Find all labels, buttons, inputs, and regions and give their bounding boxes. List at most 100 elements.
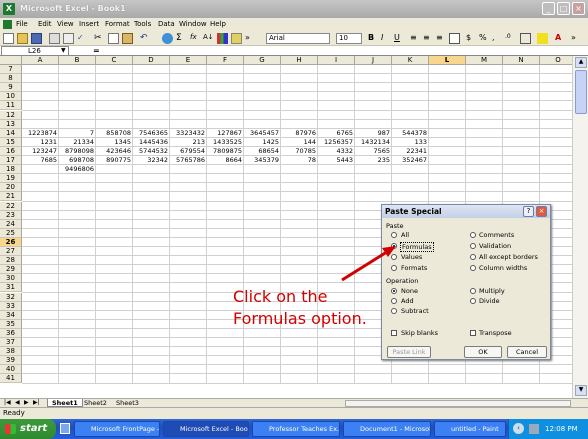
table-cell[interactable]: 70785 — [281, 147, 318, 156]
menu-insert[interactable]: Insert — [79, 20, 99, 28]
autosum-icon[interactable]: Σ — [176, 33, 187, 44]
tab-sheet3[interactable]: Sheet3 — [112, 399, 143, 407]
comma-style-icon[interactable]: , — [492, 33, 503, 44]
row-header[interactable]: 20 — [0, 183, 22, 193]
table-cell[interactable]: 123247 — [22, 147, 59, 156]
row-header[interactable]: 21 — [0, 192, 22, 202]
task-professor-teaches[interactable]: Professor Teaches Ex... — [252, 421, 340, 437]
table-cell[interactable]: 1425 — [244, 138, 281, 147]
print-icon[interactable] — [49, 33, 60, 44]
row-header[interactable]: 11 — [0, 101, 22, 111]
table-cell[interactable]: 5443 — [318, 156, 355, 165]
font-size-select[interactable]: 10 — [336, 33, 362, 44]
select-all-corner[interactable] — [0, 56, 22, 65]
row-header[interactable]: 37 — [0, 338, 22, 347]
menu-tools[interactable]: Tools — [134, 20, 151, 28]
help-icon[interactable]: ? — [523, 206, 534, 217]
skip-blanks-checkbox[interactable] — [391, 330, 397, 336]
row-header[interactable]: 41 — [0, 374, 22, 384]
option-formulas-label[interactable]: Formulas — [400, 242, 434, 252]
row-header[interactable]: 10 — [0, 92, 22, 102]
column-header[interactable]: D — [133, 56, 170, 65]
save-icon[interactable] — [31, 33, 42, 44]
font-color-icon[interactable]: A — [555, 33, 566, 44]
row-header[interactable]: 34 — [0, 310, 22, 320]
menu-data[interactable]: Data — [158, 20, 175, 28]
minimize-icon[interactable]: _ — [542, 2, 555, 15]
copy-icon[interactable] — [108, 33, 119, 44]
name-box-dropdown-icon[interactable]: ▼ — [61, 47, 66, 54]
table-cell[interactable]: 9496806 — [59, 165, 96, 174]
table-cell[interactable]: 213 — [170, 138, 207, 147]
close-icon[interactable]: × — [572, 2, 585, 15]
dialog-close-icon[interactable]: × — [536, 206, 547, 217]
table-cell[interactable]: 423646 — [96, 147, 133, 156]
align-center-icon[interactable]: ≡ — [423, 33, 434, 44]
underline-button[interactable]: U — [394, 33, 405, 44]
new-icon[interactable] — [3, 33, 14, 44]
table-cell[interactable]: 144 — [281, 138, 318, 147]
table-cell[interactable]: 5744532 — [133, 147, 170, 156]
quicklaunch-icon[interactable] — [60, 423, 70, 434]
row-header[interactable]: 25 — [0, 228, 22, 238]
column-header[interactable]: B — [59, 56, 96, 65]
row-header[interactable]: 26 — [0, 237, 22, 247]
vertical-scrollbar[interactable]: ▲ ▼ — [572, 56, 588, 398]
percent-button[interactable]: % — [479, 33, 490, 44]
menu-file[interactable]: File — [16, 20, 28, 28]
maximize-icon[interactable]: □ — [557, 2, 570, 15]
column-header[interactable]: I — [318, 56, 355, 65]
tab-prev-icon[interactable]: ◀ — [15, 399, 20, 406]
column-header[interactable]: G — [244, 56, 281, 65]
option-all-except-borders-label[interactable]: All except borders — [479, 253, 538, 261]
table-cell[interactable]: 7685 — [22, 156, 59, 165]
table-cell[interactable]: 8798098 — [59, 147, 96, 156]
paste-link-button[interactable]: Paste Link — [387, 346, 431, 358]
hyperlink-icon[interactable] — [162, 33, 173, 44]
table-cell[interactable]: 21334 — [59, 138, 96, 147]
radio-divide[interactable] — [470, 298, 476, 304]
sort-ascending-icon[interactable]: A↓ — [203, 33, 214, 44]
transpose-checkbox[interactable] — [470, 330, 476, 336]
table-cell[interactable]: 7 — [59, 129, 96, 138]
align-right-icon[interactable]: ≡ — [436, 33, 447, 44]
table-cell[interactable]: 7809875 — [207, 147, 244, 156]
menu-format[interactable]: Format — [105, 20, 130, 28]
table-cell[interactable]: 698708 — [59, 156, 96, 165]
row-header[interactable]: 31 — [0, 283, 22, 293]
menu-edit[interactable]: Edit — [38, 20, 52, 28]
row-header[interactable]: 22 — [0, 201, 22, 211]
workbook-icon[interactable] — [3, 20, 12, 29]
chart-wizard-icon[interactable] — [217, 33, 228, 44]
table-cell[interactable]: 4332 — [318, 147, 355, 156]
transpose-label[interactable]: Transpose — [479, 329, 512, 337]
align-left-icon[interactable]: ≡ — [410, 33, 421, 44]
scroll-down-icon[interactable]: ▼ — [575, 385, 587, 396]
radio-all-except-borders[interactable] — [470, 254, 476, 260]
option-validation-label[interactable]: Validation — [479, 242, 511, 250]
row-header[interactable]: 30 — [0, 274, 22, 284]
row-header[interactable]: 14 — [0, 128, 22, 138]
task-paint[interactable]: untitled - Paint — [434, 421, 506, 437]
row-header[interactable]: 17 — [0, 156, 22, 165]
row-header[interactable]: 38 — [0, 347, 22, 357]
skip-blanks-label[interactable]: Skip blanks — [401, 329, 438, 337]
radio-comments[interactable] — [470, 232, 476, 238]
radio-column-widths[interactable] — [470, 265, 476, 271]
option-divide-label[interactable]: Divide — [479, 297, 500, 305]
table-cell[interactable]: 1231 — [22, 138, 59, 147]
row-header[interactable]: 16 — [0, 146, 22, 156]
table-cell[interactable]: 235 — [355, 156, 392, 165]
option-none-label[interactable]: None — [401, 287, 418, 295]
table-cell[interactable]: 22341 — [392, 147, 429, 156]
row-header[interactable]: 9 — [0, 83, 22, 93]
table-cell[interactable]: 6765 — [318, 129, 355, 138]
column-header[interactable]: F — [207, 56, 244, 65]
table-cell[interactable]: 858708 — [96, 129, 133, 138]
formula-input[interactable] — [104, 47, 570, 55]
table-cell[interactable]: 1256357 — [318, 138, 355, 147]
font-name-select[interactable]: Arial — [266, 33, 330, 44]
radio-all[interactable] — [391, 232, 397, 238]
name-box[interactable]: L26 — [1, 46, 69, 56]
column-header[interactable]: E — [170, 56, 207, 65]
